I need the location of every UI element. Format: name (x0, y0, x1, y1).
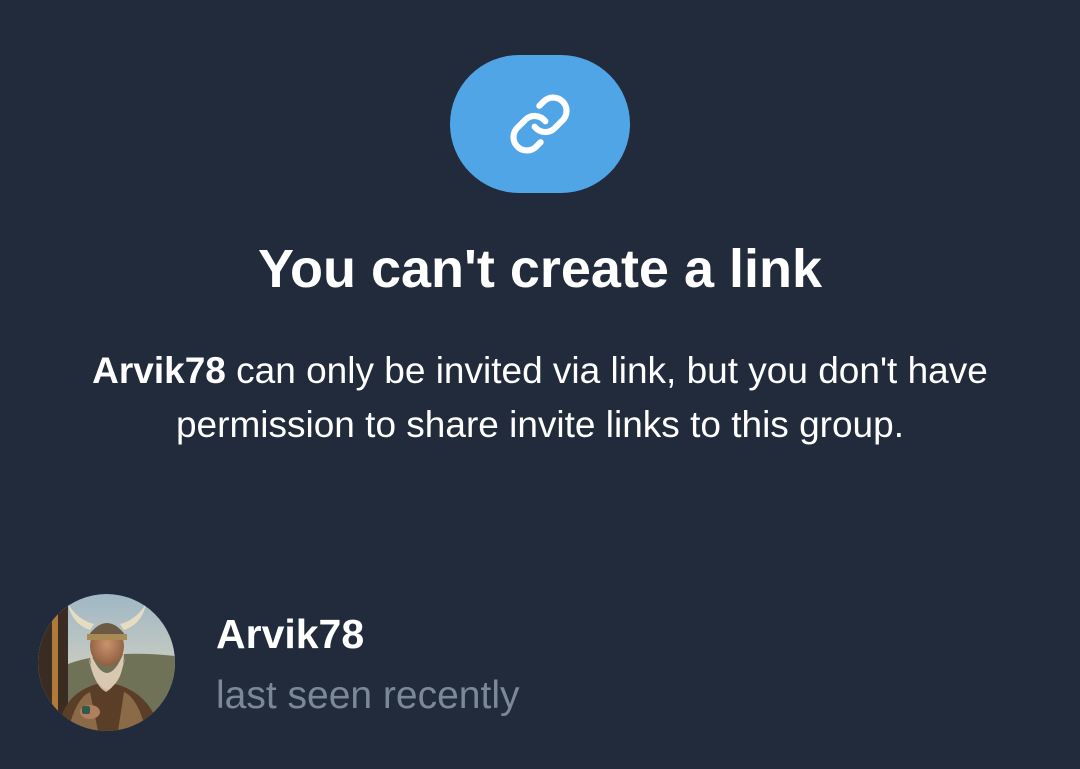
dialog-title: You can't create a link (257, 239, 823, 299)
user-status: last seen recently (216, 674, 520, 717)
avatar[interactable] (38, 594, 175, 731)
user-name: Arvik78 (216, 611, 365, 657)
link-icon (508, 92, 572, 156)
viking-avatar (38, 594, 175, 731)
dialog-description: Arvik78 can only be invited via link, bu… (60, 344, 1020, 452)
user-row[interactable]: Arvik78 last seen recently (38, 594, 1042, 734)
description-text: can only be invited via link, but you do… (175, 350, 988, 445)
cant-create-link-sheet: You can't create a link Arvik78 can only… (0, 0, 1080, 769)
link-badge (450, 55, 630, 193)
description-username: Arvik78 (92, 350, 226, 391)
